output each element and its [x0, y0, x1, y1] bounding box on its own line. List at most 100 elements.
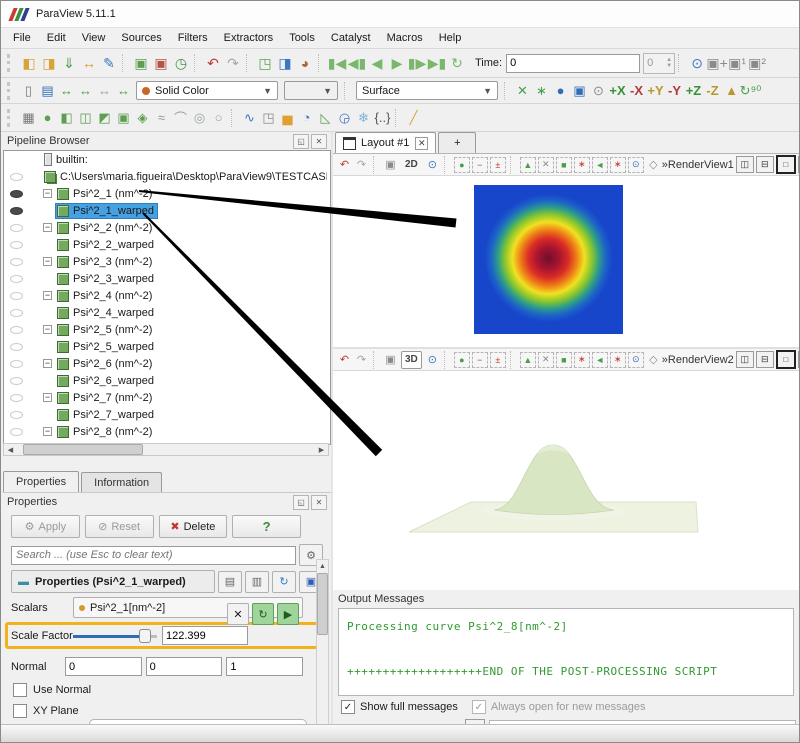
zoom-to-data-icon[interactable]: ⊙ — [424, 156, 441, 173]
normal-component-input[interactable] — [226, 657, 303, 676]
rotate-sphere-icon[interactable]: ● — [551, 81, 570, 100]
normal-component-input[interactable] — [146, 657, 223, 676]
pipeline-item[interactable]: Psi^2_5 (nm^-2) — [4, 321, 330, 338]
visibility-eye-icon[interactable] — [10, 309, 23, 317]
menu-item[interactable]: Filters — [170, 30, 216, 46]
pipeline-item[interactable]: C:\Users\maria.figueira\Desktop\ParaView… — [4, 168, 330, 185]
undo-stack-icon[interactable]: ◷ — [171, 53, 191, 73]
pipeline-item[interactable]: Psi^2_4_warped — [4, 304, 330, 321]
pipeline-node[interactable]: Psi^2_4 (nm^-2) — [56, 289, 155, 303]
first-frame-icon[interactable]: ▮◀ — [327, 53, 347, 73]
play-icon[interactable]: ▶ — [387, 53, 407, 73]
view-minus-x-icon[interactable]: -X — [627, 81, 646, 100]
visibility-eye-icon[interactable] — [10, 207, 23, 215]
zoom-closest-icon[interactable]: ∗ — [532, 81, 551, 100]
pipeline-node[interactable]: Psi^2_2 (nm^-2) — [56, 221, 155, 235]
interactive-select-points-icon[interactable]: ◄ — [592, 157, 608, 173]
select-custom-box-icon[interactable]: ◇ — [645, 351, 662, 368]
visibility-eye-icon[interactable] — [10, 343, 23, 351]
warp-icon[interactable]: ⌒ — [171, 108, 190, 127]
split-vertical-icon[interactable]: ⊟ — [756, 351, 774, 368]
maximize-view-icon[interactable]: □ — [776, 350, 796, 369]
expander-icon[interactable] — [43, 223, 52, 232]
expander-icon[interactable] — [43, 427, 52, 436]
plot-over-line-icon[interactable]: ∿ — [240, 108, 259, 127]
view-plus-x-icon[interactable]: +X — [608, 81, 627, 100]
select-points-rect-icon[interactable]: − — [472, 352, 488, 368]
apply-cube-icon[interactable]: ◳ — [255, 53, 275, 73]
menu-item[interactable]: Catalyst — [323, 30, 379, 46]
pipeline-item[interactable]: Psi^2_6_warped — [4, 372, 330, 389]
apply-button[interactable]: ⚙Apply — [11, 515, 80, 538]
source-cubes-green-icon[interactable]: ▣ — [131, 53, 151, 73]
play-backward-icon[interactable]: ◀ — [367, 53, 387, 73]
select-points-rect-icon[interactable]: − — [472, 157, 488, 173]
histogram-icon[interactable]: ▅ — [278, 108, 297, 127]
pipeline-item[interactable]: Psi^2_4 (nm^-2) — [4, 287, 330, 304]
contour-icon[interactable]: ● — [38, 108, 57, 127]
source-cubes-red-icon[interactable]: ▣ — [151, 53, 171, 73]
pipeline-node[interactable]: Psi^2_3 (nm^-2) — [56, 255, 155, 269]
pipeline-item[interactable]: builtin: — [4, 151, 330, 168]
use-normal-checkbox[interactable] — [13, 683, 27, 697]
scroll-left-icon[interactable]: ◀ — [4, 444, 17, 455]
output-console[interactable]: Processing curve Psi^2_8[nm^-2]+++++++++… — [338, 608, 794, 696]
reset-camera-icon[interactable]: ✕ — [513, 81, 532, 100]
close-panel-button[interactable]: ✕ — [311, 495, 327, 510]
hover-points-icon[interactable]: ∗ — [610, 157, 626, 173]
rescale-visible-range-icon[interactable]: ↔ — [114, 81, 133, 100]
extract-selection-icon[interactable]: ◳ — [259, 108, 278, 127]
select-block-icon[interactable]: ■ — [556, 157, 572, 173]
reload-properties-icon[interactable]: ↻ — [272, 571, 296, 593]
view-minus-z-icon[interactable]: -Z — [703, 81, 722, 100]
interactive-select-points-icon[interactable]: ◄ — [592, 352, 608, 368]
pipeline-node[interactable]: C:\Users\maria.figueira\Desktop\ParaView… — [43, 170, 330, 184]
export-data-icon[interactable]: ⇓ — [59, 53, 79, 73]
select-custom-box-icon[interactable]: ◇ — [645, 156, 662, 173]
clip-icon[interactable]: ◧ — [57, 108, 76, 127]
rescale-custom-range-icon[interactable]: ↔ — [76, 81, 95, 100]
undock-panel-button[interactable]: ◱ — [293, 134, 309, 149]
zoom-to-data-icon[interactable]: ⊙ — [424, 351, 441, 368]
pipeline-item[interactable]: Psi^2_7_warped — [4, 406, 330, 423]
properties-scrollbar[interactable]: ▲ — [316, 559, 329, 727]
view-plus-z-icon[interactable]: +Z — [684, 81, 703, 100]
reset-to-default-button[interactable]: ✕ — [227, 603, 249, 625]
pipeline-node[interactable]: Psi^2_7 (nm^-2) — [56, 391, 155, 405]
rotate-90-icon[interactable]: ↻⁹⁰ — [741, 81, 760, 100]
tab-information[interactable]: Information — [81, 472, 162, 492]
visibility-eye-icon[interactable] — [10, 173, 23, 181]
previous-frame-icon[interactable]: ◀▮ — [347, 53, 367, 73]
group-datasets-icon[interactable]: ◎ — [190, 108, 209, 127]
menu-item[interactable]: Macros — [379, 30, 431, 46]
programmable-filter-icon[interactable]: {..} — [373, 108, 392, 127]
split-horizontal-icon[interactable]: ◫ — [736, 156, 754, 173]
pipeline-node[interactable]: Psi^2_8 (nm^-2) — [56, 425, 155, 439]
delete-button[interactable]: ✖Delete — [159, 515, 228, 538]
split-vertical-icon[interactable]: ⊟ — [756, 156, 774, 173]
select-cells-through-icon[interactable]: ▲ — [520, 157, 536, 173]
rescale-data-range-icon[interactable]: ↔ — [57, 81, 76, 100]
pipeline-item[interactable]: Psi^2_1 (nm^-2) — [4, 185, 330, 202]
pick-center-icon[interactable]: ⊙ — [589, 81, 608, 100]
split-horizontal-icon[interactable]: ◫ — [736, 351, 754, 368]
paste-properties-icon[interactable]: ▥ — [245, 571, 269, 593]
always-open-checkbox[interactable]: ✓ — [472, 700, 486, 714]
pipeline-node[interactable]: Psi^2_7_warped — [56, 408, 157, 422]
reset-to-data-button[interactable]: ↻ — [252, 603, 274, 625]
menu-item[interactable]: View — [74, 30, 114, 46]
pipeline-item[interactable]: Psi^2_6 (nm^-2) — [4, 355, 330, 372]
normal-component-input[interactable] — [65, 657, 142, 676]
select-block-icon[interactable]: ■ — [556, 352, 572, 368]
pipeline-item[interactable]: Psi^2_3 (nm^-2) — [4, 253, 330, 270]
visibility-eye-icon[interactable] — [10, 190, 23, 198]
scale-factor-slider[interactable] — [73, 628, 157, 644]
menu-item[interactable]: Help — [431, 30, 470, 46]
pipeline-node[interactable]: Psi^2_5 (nm^-2) — [56, 323, 155, 337]
slice-icon[interactable]: ◫ — [76, 108, 95, 127]
undo-icon[interactable]: ↶ — [203, 53, 223, 73]
pipeline-item[interactable]: Psi^2_3_warped — [4, 270, 330, 287]
interactive-select-cells-icon[interactable]: ∗ — [574, 157, 590, 173]
camera-mode-button[interactable]: 2D — [401, 156, 422, 174]
tab-properties[interactable]: Properties — [3, 471, 79, 492]
